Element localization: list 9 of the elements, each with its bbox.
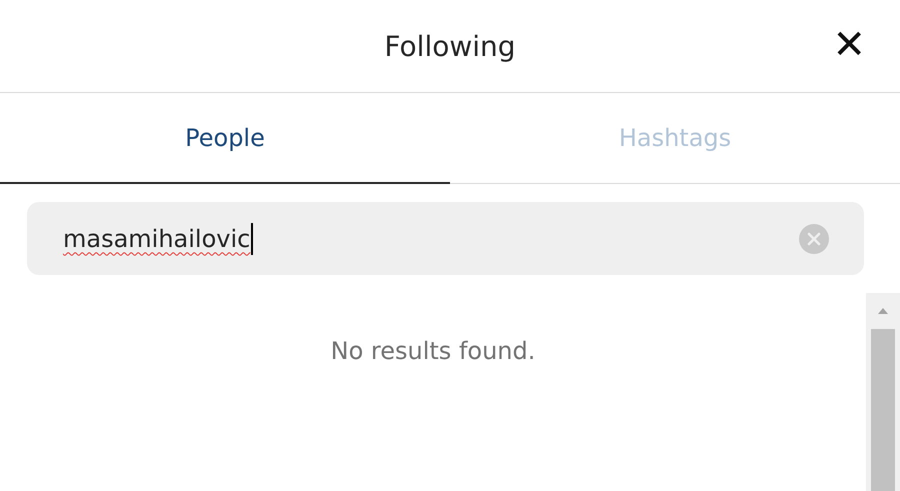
- scroll-thumb[interactable]: [871, 329, 895, 491]
- clear-icon[interactable]: [798, 222, 830, 254]
- scroll-up-icon[interactable]: [877, 307, 889, 315]
- search-field[interactable]: masamihailovic: [27, 202, 864, 275]
- tab[interactable]: People: [0, 93, 450, 184]
- empty-message: No results found.: [330, 337, 536, 367]
- scrollbar[interactable]: [866, 293, 900, 491]
- close-button[interactable]: ✕: [832, 22, 866, 68]
- dialog-title: Following: [384, 30, 516, 62]
